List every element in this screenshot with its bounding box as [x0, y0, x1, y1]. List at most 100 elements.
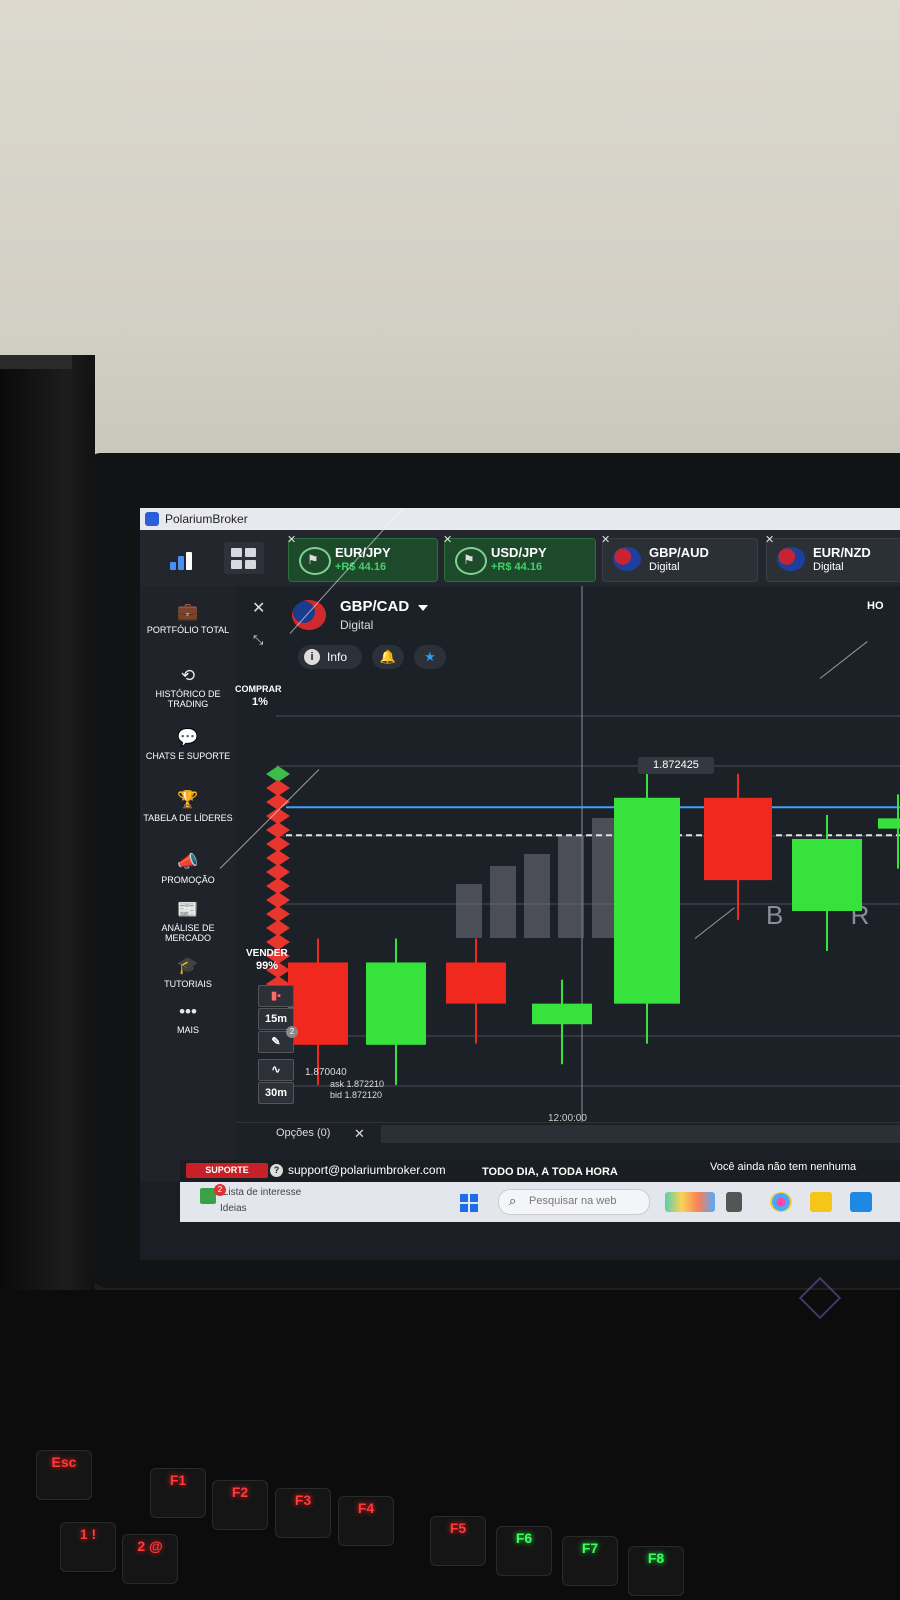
low-price-label: 1.870040: [305, 1067, 347, 1078]
options-label[interactable]: Opções (0): [276, 1127, 330, 1139]
asset-title[interactable]: GBP/CAD: [340, 598, 409, 615]
taskbar-search[interactable]: ⌕ Pesquisar na web: [498, 1189, 650, 1215]
bell-icon: 🔔: [379, 649, 397, 664]
header-right-clipped: HO: [867, 600, 884, 612]
key-f2: F2: [212, 1480, 268, 1530]
watchlist-badge: 2: [214, 1184, 226, 1196]
buy-label: COMPRAR: [235, 684, 282, 694]
asset-type: Digital: [340, 618, 374, 632]
sentiment-marker: [266, 766, 290, 782]
key-f8: F8: [628, 1546, 684, 1596]
sidebar-item-chats[interactable]: 💬 CHATS E SUPORTE: [140, 728, 236, 761]
file-explorer-icon[interactable]: [810, 1192, 832, 1212]
news-icon: 📰: [177, 900, 199, 919]
candle[interactable]: [614, 797, 680, 1004]
asset-tab-profit: +R$ 44.16: [335, 561, 387, 573]
search-placeholder: Pesquisar na web: [529, 1195, 617, 1207]
window-titlebar: PolariumBroker: [140, 508, 900, 530]
key-f3: F3: [275, 1488, 331, 1538]
timeframe-button-30m[interactable]: 30m: [258, 1082, 294, 1104]
asset-tab-eur-jpy[interactable]: ✕ EUR/JPY +R$ 44.16: [287, 534, 438, 582]
close-icon[interactable]: ✕: [601, 533, 610, 546]
copilot-icon[interactable]: [770, 1192, 792, 1212]
asset-tab-name: GBP/AUD: [649, 545, 709, 560]
sidebar-item-promotion[interactable]: 📣 PROMOÇÃO: [140, 852, 236, 885]
close-icon[interactable]: ✕: [765, 533, 774, 546]
support-button[interactable]: SUPORTE: [186, 1163, 268, 1178]
pc-case-top: [0, 355, 72, 369]
watermark-bar: [490, 866, 516, 938]
taskbar-taskview-icon[interactable]: [726, 1192, 742, 1212]
sidebar-item-portfolio[interactable]: 💼 PORTFÓLIO TOTAL: [140, 602, 236, 635]
candle[interactable]: [446, 962, 506, 1004]
layout-grid-button[interactable]: [224, 542, 264, 574]
asset-tab-name: EUR/NZD: [813, 545, 871, 560]
sidebar-item-label: PROMOÇÃO: [161, 875, 215, 885]
key-esc: Esc: [36, 1450, 92, 1500]
windows-start-icon[interactable]: [460, 1194, 478, 1212]
asset-tab-eur-nzd[interactable]: ✕ EUR/NZD Digital: [765, 534, 900, 582]
collapse-icon[interactable]: ⤡: [253, 632, 263, 648]
options-bar: Opções (0) ✕: [236, 1122, 900, 1147]
key-f1: F1: [150, 1468, 206, 1518]
info-button[interactable]: i Info: [298, 645, 362, 669]
store-icon[interactable]: [850, 1192, 872, 1212]
key-2: 2 @: [122, 1534, 178, 1584]
options-track: [381, 1125, 900, 1143]
wall-background: [0, 0, 900, 470]
candle[interactable]: [366, 962, 426, 1045]
info-label: Info: [327, 650, 348, 664]
sidebar-item-more[interactable]: ••• MAIS: [140, 1002, 236, 1035]
keyboard: Esc F1 F2 F3 F4 F5 F6 F7 F8 1 ! 2 @: [0, 1430, 900, 1600]
close-icon[interactable]: ✕: [354, 1126, 365, 1142]
chevron-down-icon[interactable]: [418, 605, 428, 611]
support-email[interactable]: support@polariumbroker.com: [288, 1163, 446, 1177]
sentiment-marker: [266, 892, 290, 908]
sidebar-item-tutorials[interactable]: 🎓 TUTORIAIS: [140, 956, 236, 989]
asset-tab-gbp-aud[interactable]: ✕ GBP/AUD Digital: [601, 534, 758, 582]
help-icon: ?: [270, 1164, 283, 1177]
sidebar-item-history[interactable]: ⟲ HISTÓRICO DE TRADING: [140, 666, 236, 709]
sidebar-item-label: PORTFÓLIO TOTAL: [146, 625, 230, 635]
sidebar-item-label: ANÁLISE DE MERCADO: [161, 923, 215, 943]
sidebar-item-label: HISTÓRICO DE TRADING: [155, 689, 221, 709]
candle[interactable]: [704, 797, 772, 881]
watchlist-title: Lista de interesse: [222, 1187, 302, 1198]
sidebar-item-label: TUTORIAIS: [164, 979, 212, 989]
taskbar-widget-icon[interactable]: [665, 1192, 715, 1212]
current-price-tag: 1.872425: [638, 757, 714, 774]
watchlist-subtitle: Ideias: [220, 1203, 247, 1214]
sidebar-item-label: MAIS: [176, 1025, 199, 1035]
asset-tab-profit: +R$ 44.16: [491, 561, 543, 573]
watermark-bar: [558, 836, 584, 938]
more-icon: •••: [179, 1002, 197, 1021]
candle[interactable]: [878, 818, 900, 829]
candle[interactable]: [532, 1003, 592, 1025]
close-chart-icon[interactable]: ✕: [252, 598, 265, 618]
key-f6: F6: [496, 1526, 552, 1576]
sentiment-marker: [266, 864, 290, 880]
sidebar-item-label: TABELA DE LÍDERES: [143, 813, 233, 823]
chart-type-button[interactable]: ▮▪: [258, 985, 294, 1007]
key-f7: F7: [562, 1536, 618, 1586]
graduation-cap-icon: 🎓: [177, 956, 199, 975]
polarium-logo-icon[interactable]: [168, 544, 196, 570]
info-icon: i: [304, 649, 320, 665]
search-icon: ⌕: [509, 1193, 517, 1208]
sell-percentage: 99%: [256, 960, 279, 972]
asset-tab-name: USD/JPY: [491, 545, 547, 560]
sidebar-item-leaderboard[interactable]: 🏆 TABELA DE LÍDERES: [140, 790, 236, 823]
trophy-icon: 🏆: [177, 790, 199, 809]
watermark-bar: [524, 854, 550, 938]
alert-bell-button[interactable]: 🔔: [372, 645, 404, 669]
asset-tab-usd-jpy[interactable]: ✕ USD/JPY +R$ 44.16: [443, 534, 596, 582]
favorite-button[interactable]: ★: [414, 645, 446, 669]
indicators-button[interactable]: ∿: [258, 1059, 294, 1081]
close-icon[interactable]: ✕: [287, 533, 296, 546]
screen: PolariumBroker ✕ EUR/JPY +R$ 44.16 ✕ USD…: [140, 508, 900, 1260]
sidebar-item-market-analysis[interactable]: 📰 ANÁLISE DE MERCADO: [140, 900, 236, 943]
buy-percentage: 1%: [252, 696, 268, 708]
close-icon[interactable]: ✕: [443, 533, 452, 546]
candle[interactable]: [792, 838, 862, 911]
star-icon: ★: [424, 649, 436, 664]
